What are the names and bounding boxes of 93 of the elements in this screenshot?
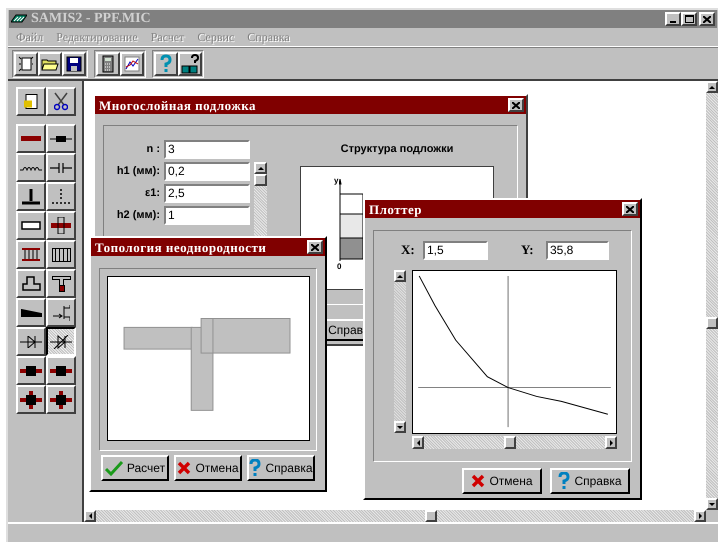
diode-icon: [20, 336, 42, 348]
close-icon: [703, 16, 711, 22]
minimize-icon: [670, 21, 676, 23]
text-field[interactable]: 0,2: [164, 162, 250, 180]
cancel-button[interactable]: Отмена: [174, 455, 242, 481]
inductor-icon: [20, 164, 42, 170]
toolbar-button[interactable]: [96, 52, 120, 76]
scroll-thumb[interactable]: [425, 510, 437, 522]
axis-label: 0: [337, 262, 342, 270]
close-button[interactable]: [307, 240, 323, 254]
arrow-left-icon: [416, 440, 420, 446]
field-label: ε1:: [144, 186, 160, 201]
tool-button[interactable]: [46, 327, 76, 356]
close-button[interactable]: [699, 12, 715, 26]
window-title: SAMIS2 - PPF.MIC: [31, 12, 151, 26]
minimize-button[interactable]: [665, 12, 681, 26]
axis-label: y: [334, 176, 338, 184]
rectangle-icon: [21, 221, 41, 230]
structure-title: Структура подложки: [340, 142, 454, 157]
question-mark-icon: [558, 472, 570, 490]
app-icon: [11, 14, 27, 24]
clipboard-icon: [24, 94, 38, 109]
toolbar-button[interactable]: [120, 52, 144, 76]
arrow-up-icon: [397, 274, 403, 278]
toolbar-button[interactable]: [38, 52, 62, 76]
close-icon: [626, 206, 634, 212]
maximize-button[interactable]: [681, 12, 697, 26]
resistor-icon: [50, 136, 72, 142]
text-field[interactable]: 2,5: [164, 184, 250, 202]
step-icon: [22, 276, 40, 291]
field-label: h1 (мм):: [116, 164, 160, 179]
arrow-right-icon: [610, 440, 612, 446]
square-node-icon: [50, 366, 72, 376]
toolbar-button[interactable]: [14, 52, 38, 76]
close-icon: [512, 102, 520, 108]
square-node-icon: [20, 366, 42, 376]
y-label: Y:: [521, 241, 535, 260]
toolbar-button[interactable]: [62, 52, 86, 76]
cancel-button[interactable]: Отмена: [462, 468, 542, 494]
dialog-title: Плоттер: [369, 202, 422, 216]
chart-icon: [123, 54, 141, 72]
dotted-ground-icon: [52, 188, 70, 204]
vertical-scrollbar[interactable]: [706, 81, 718, 510]
y-field[interactable]: 35,8: [546, 240, 609, 260]
new-file-icon: [17, 54, 35, 72]
ground-icon: [22, 188, 40, 204]
help-button[interactable]: Справка: [550, 468, 630, 494]
help-button[interactable]: Справка: [247, 455, 315, 481]
dialog-title: Многослойная подложка: [99, 98, 256, 112]
scroll-thumb[interactable]: [504, 436, 516, 449]
text-field[interactable]: 3: [164, 140, 250, 158]
dialog-title: Топология неоднородности: [95, 240, 266, 254]
cross-node-icon: [50, 390, 72, 408]
book-help-icon: [180, 54, 200, 74]
question-mark-icon: [249, 459, 262, 477]
check-icon: [104, 460, 123, 476]
horizontal-scrollbar[interactable]: [412, 436, 617, 449]
cross-node-icon: [20, 390, 42, 408]
cross-icon: [471, 474, 486, 488]
field-label: h2 (мм):: [116, 208, 160, 223]
scroll-thumb[interactable]: [706, 317, 718, 329]
close-button[interactable]: [622, 202, 638, 216]
vertical-scrollbar[interactable]: [394, 270, 406, 433]
varactor-icon: [50, 334, 72, 348]
wedge-icon: [20, 308, 42, 316]
save-icon: [65, 54, 83, 72]
close-icon: [311, 244, 319, 250]
toolbar-button[interactable]: [154, 52, 178, 76]
t-junction-icon: [52, 276, 70, 292]
field-label: n :: [146, 142, 160, 157]
arrow-right-icon: [698, 513, 702, 519]
cross-icon: [177, 461, 192, 475]
x-field[interactable]: 1,5: [423, 240, 488, 260]
capacitor-icon: [50, 162, 72, 172]
arrow-up-icon: [709, 86, 715, 88]
arrow-up-icon: [258, 166, 264, 170]
cross-icon: [51, 217, 71, 234]
text-field[interactable]: 1: [164, 206, 250, 224]
toolbar-button[interactable]: [178, 52, 202, 76]
comb-icon: [22, 248, 40, 261]
help-icon: [159, 54, 173, 74]
scissors-icon: [54, 92, 68, 111]
arrow-left-icon: [88, 513, 92, 519]
x-label: X:: [401, 241, 416, 260]
maximize-icon: [684, 15, 694, 23]
close-button[interactable]: [508, 98, 524, 112]
comb-outline-icon: [52, 248, 70, 262]
arrow-down-icon: [397, 426, 403, 428]
transistor-icon: [52, 304, 70, 320]
scroll-thumb[interactable]: [254, 174, 267, 186]
arrow-down-icon: [709, 502, 715, 506]
ok-button[interactable]: Расчет: [101, 455, 169, 481]
horizontal-scrollbar[interactable]: [84, 510, 706, 522]
